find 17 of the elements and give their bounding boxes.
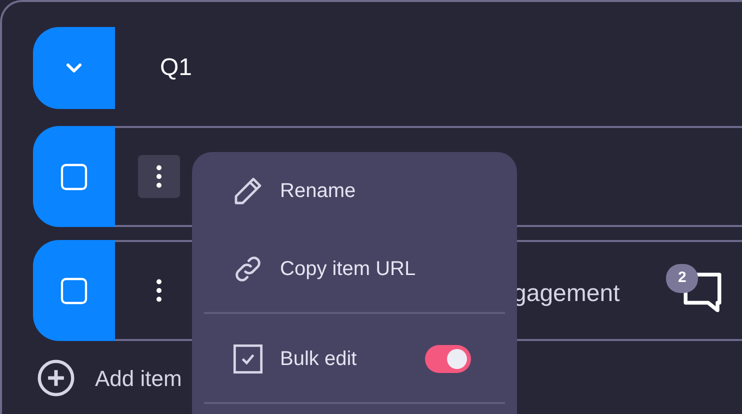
toggle-switch[interactable] (425, 345, 471, 373)
kebab-icon (156, 165, 162, 188)
add-item-link[interactable]: Add item (95, 362, 182, 394)
item-name: gagement (513, 279, 620, 309)
add-icon[interactable] (37, 359, 75, 397)
menu-item[interactable]: Rename (204, 152, 505, 230)
menu-item[interactable]: Bulk edit (204, 320, 505, 398)
group-title: Q1 (160, 53, 192, 83)
more-button[interactable] (138, 155, 180, 198)
checkbox-icon (232, 343, 264, 375)
collapse-button[interactable] (33, 27, 115, 109)
comment-count: 2 (666, 264, 698, 292)
row-selector[interactable] (33, 240, 115, 341)
menu-item[interactable]: Copy item URL (204, 230, 505, 308)
kebab-icon (156, 279, 162, 302)
pencil-icon (232, 175, 264, 207)
row-selector[interactable] (33, 126, 115, 227)
